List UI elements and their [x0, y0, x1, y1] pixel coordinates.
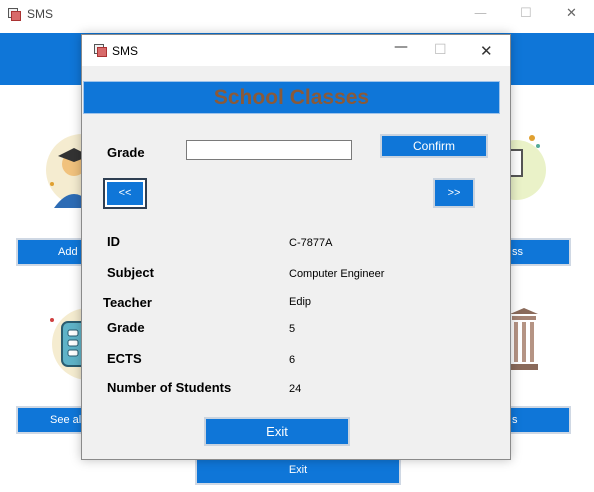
background-maximize-button[interactable]: ☐	[520, 6, 532, 21]
dialog-title: SMS	[112, 44, 139, 58]
subject-label: Subject	[107, 265, 154, 280]
teacher-label: Teacher	[103, 295, 152, 310]
students-value: 24	[289, 383, 302, 395]
maximize-button[interactable]: ☐	[434, 42, 447, 58]
students-label: Number of Students	[107, 380, 232, 395]
app-icon	[94, 44, 108, 57]
background-minimize-button[interactable]: —	[474, 6, 487, 21]
id-label: ID	[107, 234, 120, 249]
ects-value: 6	[289, 354, 296, 366]
confirm-button[interactable]: Confirm	[380, 134, 488, 158]
subject-value: Computer Engineer	[289, 268, 385, 280]
previous-button[interactable]: <<	[103, 178, 147, 209]
building-illustration	[510, 308, 538, 370]
grade-label: Grade	[107, 320, 145, 335]
school-classes-dialog: SMS — ☐ ✕ School Classes Grade Confirm <…	[81, 34, 511, 460]
see-all-classes-button[interactable]: s	[506, 406, 571, 434]
next-button[interactable]: >>	[433, 178, 475, 208]
close-button[interactable]: ✕	[480, 42, 493, 60]
background-window-title: SMS	[27, 7, 54, 21]
app-icon	[8, 8, 22, 21]
exit-button[interactable]: Exit	[204, 417, 350, 446]
board-illustration	[510, 135, 546, 200]
id-value: C-7877A	[289, 237, 333, 249]
dialog-title-bar: SMS — ☐ ✕	[82, 35, 510, 66]
grade-value: 5	[289, 323, 296, 335]
teacher-value: Edip	[289, 296, 312, 308]
header-banner: School Classes	[83, 81, 500, 114]
minimize-button[interactable]: —	[394, 39, 408, 55]
manage-classes-button[interactable]: ss	[506, 238, 571, 266]
background-close-button[interactable]: ✕	[566, 6, 577, 21]
grade-input[interactable]	[186, 140, 352, 160]
page-title: School Classes	[213, 86, 370, 109]
background-title-bar: SMS — ☐ ✕	[0, 0, 594, 30]
grade-search-label: Grade	[107, 145, 145, 160]
ects-label: ECTS	[107, 351, 142, 366]
